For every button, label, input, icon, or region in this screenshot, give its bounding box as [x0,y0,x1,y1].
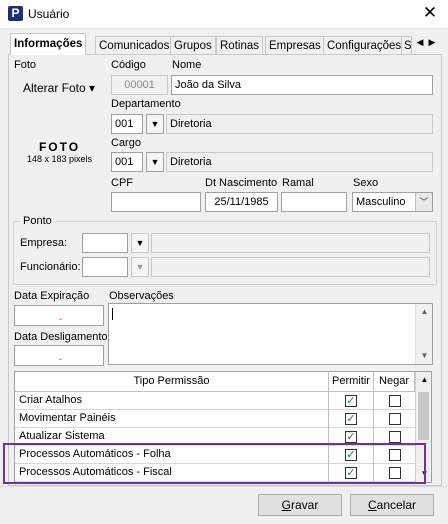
grid-header: Tipo Permissão Permitir Negar [15,372,415,392]
permitir-checkbox[interactable]: ✓ [345,467,357,479]
nascimento-field[interactable]: 25/11/1985 [205,192,278,212]
tab-configuracoes[interactable]: Configurações [323,36,406,55]
grid-col-divider [328,391,329,482]
foto-label: Foto [14,59,37,71]
cargo-dropdown-button[interactable]: ▼ [146,152,164,172]
permitir-checkbox[interactable]: ✓ [345,449,357,461]
col-header-negar[interactable]: Negar [374,372,415,391]
data-desligamento-field[interactable]: ˬ [14,345,104,366]
nascimento-label: Dt Nascimento [205,177,278,189]
chevron-down-icon[interactable]: ﹀ [415,193,432,211]
departamento-label: Departamento [111,98,181,110]
data-expiracao-label: Data Expiração [14,290,90,302]
scroll-thumb[interactable] [418,392,429,440]
tab-empresas[interactable]: Empresas [265,36,325,55]
departamento-dropdown-button[interactable]: ▼ [146,114,164,134]
window-title: Usuário [28,7,70,21]
ramal-label: Ramal [282,177,314,189]
negar-checkbox[interactable] [389,413,401,425]
grid-scrollbar[interactable]: ▲ ▼ [415,372,431,482]
col-header-permitir[interactable]: Permitir [329,372,374,391]
close-icon[interactable]: ✕ [418,3,442,23]
app-logo-icon: P [8,6,23,21]
divider [0,486,448,487]
nome-field[interactable]: João da Silva [171,75,433,95]
tab-scroll-left-icon[interactable]: ◀ [415,37,425,48]
required-mark: ˬ [59,350,62,360]
table-row[interactable]: Processos Automáticos - Folha ✓ [15,446,415,464]
negar-checkbox[interactable] [389,467,401,479]
negar-checkbox[interactable] [389,449,401,461]
tab-rotinas[interactable]: Rotinas [216,36,263,55]
ponto-empresa-code-field[interactable] [82,233,128,253]
tab-comunicados[interactable]: Comunicados [95,36,174,55]
scroll-down-icon[interactable]: ▼ [416,348,433,364]
photo-placeholder-title: FOTO [38,140,81,154]
sexo-label: Sexo [353,177,379,189]
negar-checkbox[interactable] [389,395,401,407]
departamento-name-field: Diretoria [166,114,433,134]
ponto-empresa-dropdown-button[interactable]: ▼ [131,233,149,253]
permissions-grid: Tipo Permissão Permitir Negar Criar Atal… [14,371,432,483]
text-caret [112,308,113,320]
data-expiracao-field[interactable]: ˬ [14,305,104,326]
cargo-label: Cargo [111,137,141,149]
sexo-select-value: Masculino [356,196,406,208]
photo-placeholder-size: 148 x 183 pixels [26,154,93,164]
gravar-button[interactable]: Gravar [258,494,342,516]
observacoes-label: Observações [109,290,174,302]
tab-truncated[interactable]: S [401,36,412,55]
departamento-code-field[interactable]: 001 [111,114,143,134]
ramal-field[interactable] [281,192,347,212]
ponto-empresa-label: Empresa: [20,237,68,249]
cargo-name-field: Diretoria [166,152,433,172]
table-row[interactable]: Atualizar Sistema ✓ [15,428,415,446]
ponto-funcionario-name-field [151,257,430,277]
permitir-checkbox[interactable]: ✓ [345,431,357,443]
table-row[interactable]: Movimentar Painéis ✓ [15,410,415,428]
permission-label: Processos Automáticos - Fiscal [19,466,172,478]
codigo-label: Código [111,59,146,71]
permitir-checkbox[interactable]: ✓ [345,413,357,425]
ponto-funcionario-code-field[interactable] [82,257,128,277]
data-desligamento-label: Data Desligamento [14,331,108,343]
ponto-funcionario-dropdown-button[interactable]: ▼ [131,257,149,277]
ponto-funcionario-label: Funcionário: [20,261,81,273]
grid-col-divider [373,391,374,482]
observacoes-textarea[interactable]: ▲ ▼ [108,303,433,365]
nome-label: Nome [172,59,202,71]
negar-checkbox[interactable] [389,431,401,443]
ponto-empresa-name-field [151,233,430,253]
cpf-label: CPF [111,177,133,189]
ponto-legend: Ponto [20,215,55,227]
cargo-code-field[interactable]: 001 [111,152,143,172]
cpf-field[interactable] [111,192,201,212]
permission-label: Atualizar Sistema [19,430,105,442]
cancelar-button[interactable]: Cancelar [350,494,434,516]
table-row[interactable]: Processos Automáticos - Fiscal ✓ [15,464,415,482]
table-row[interactable]: Criar Atalhos ✓ [15,392,415,410]
tab-scroll-right-icon[interactable]: ▶ [427,37,437,48]
tab-grupos[interactable]: Grupos [170,36,216,55]
scroll-up-icon[interactable]: ▲ [416,372,431,388]
tab-informacoes[interactable]: Informações [10,33,87,55]
scroll-up-icon[interactable]: ▲ [416,304,433,320]
sexo-select[interactable]: Masculino ﹀ [352,192,433,212]
col-header-tipo[interactable]: Tipo Permissão [15,372,329,391]
scroll-down-icon[interactable]: ▼ [416,466,431,482]
alterar-foto-button[interactable]: Alterar Foto ▾ [15,77,103,99]
required-mark: ˬ [59,310,62,320]
permission-label: Processos Automáticos - Folha [19,448,171,460]
permission-label: Movimentar Painéis [19,412,116,424]
observacoes-scrollbar[interactable]: ▲ ▼ [415,304,432,364]
permission-label: Criar Atalhos [19,394,82,406]
codigo-field: 00001 [111,75,168,95]
permitir-checkbox[interactable]: ✓ [345,395,357,407]
